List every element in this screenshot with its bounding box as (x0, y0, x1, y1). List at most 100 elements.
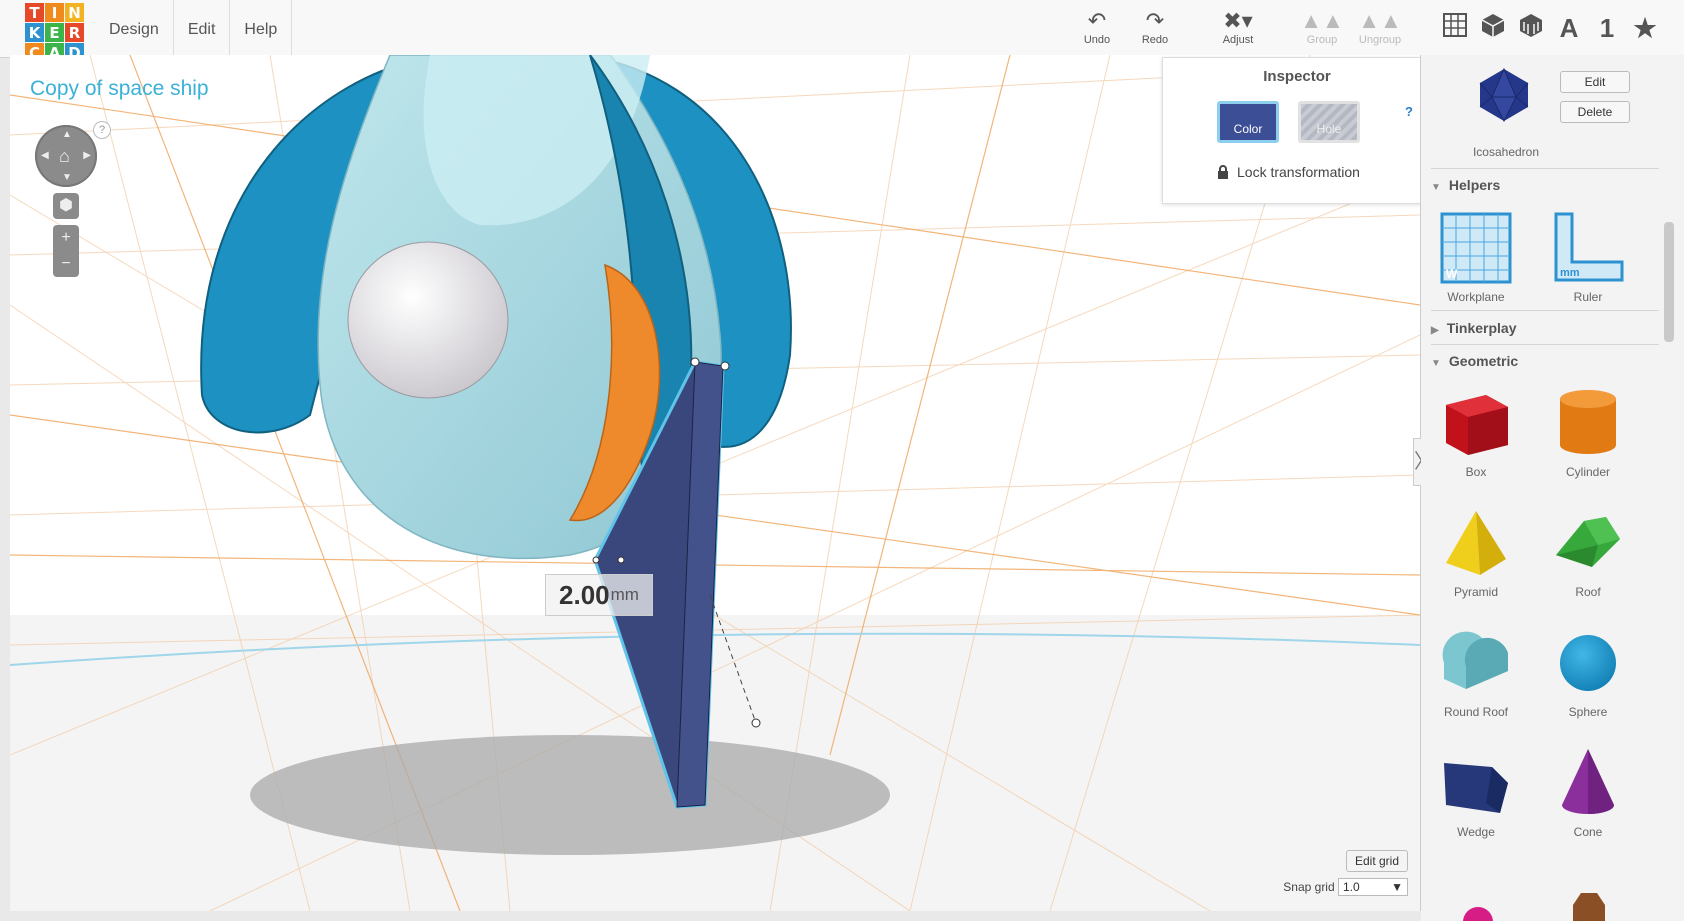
collapse-arrow-icon: ▼ (1431, 182, 1441, 193)
box-icon (1426, 380, 1526, 465)
shape-round-roof[interactable]: Round Roof (1426, 620, 1526, 719)
hole-swatch[interactable]: Hole (1298, 101, 1360, 143)
svg-text:W: W (1446, 267, 1458, 281)
project-title[interactable]: Copy of space ship (30, 77, 209, 101)
workplane-icon: W (1426, 205, 1526, 290)
round-roof-label: Round Roof (1443, 705, 1509, 719)
dimension-value: 2.00 (559, 579, 610, 610)
logo-letter: N (65, 3, 84, 22)
adjust-icon: ✖▾ (1223, 8, 1253, 33)
logo-letter: T (25, 3, 44, 22)
lock-label: Lock transformation (1237, 164, 1360, 180)
pan-up-icon[interactable]: ▲ (62, 129, 72, 140)
shape-cone[interactable]: Cone (1538, 740, 1638, 839)
menu-design[interactable]: Design (95, 0, 174, 58)
ruler-helper[interactable]: mm Ruler (1538, 205, 1638, 304)
inspector-title: Inspector (1263, 68, 1331, 85)
text-a-icon[interactable]: A (1550, 13, 1588, 44)
tinkerplay-section-header[interactable]: ▶ Tinkerplay (1431, 320, 1656, 336)
divider (1431, 310, 1659, 311)
view-toggle-group: A 1 ★ (1436, 10, 1664, 46)
undo-button[interactable]: ↶ Undo (1067, 8, 1127, 46)
home-icon[interactable]: ⌂ (59, 146, 70, 167)
zoom-in-button[interactable]: + (53, 225, 79, 251)
shape-box[interactable]: Box (1426, 380, 1526, 479)
shape-cylinder[interactable]: Cylinder (1538, 380, 1638, 479)
ungroup-button[interactable]: ▲▲ Ungroup (1350, 8, 1410, 46)
inspector-help-icon[interactable]: ? (1405, 104, 1413, 119)
shape-roof[interactable]: Roof (1538, 500, 1638, 599)
edit-grid-button[interactable]: Edit grid (1345, 850, 1408, 872)
pyramid-label: Pyramid (1453, 585, 1498, 599)
logo-letter: E (45, 23, 64, 42)
shape-pyramid[interactable]: Pyramid (1426, 500, 1526, 599)
panel-scrollbar[interactable] (1664, 222, 1674, 342)
group-button[interactable]: ▲▲ Group (1292, 8, 1352, 46)
tinkercad-logo[interactable]: T I N K E R C A D (25, 3, 85, 63)
color-label: Color (1233, 122, 1263, 136)
edit-shape-button[interactable]: Edit (1560, 71, 1630, 93)
wireframe-view-icon[interactable] (1512, 12, 1550, 45)
polygon-shape-partial[interactable] (1573, 893, 1605, 921)
torus-shape-partial[interactable] (1463, 907, 1493, 921)
orbit-pad[interactable]: ▲ ▼ ◀ ▶ ⌂ (35, 125, 97, 187)
cube-view-icon[interactable] (1474, 12, 1512, 45)
collapse-arrow-icon: ▼ (1431, 358, 1441, 369)
cone-icon (1538, 740, 1638, 825)
redo-icon: ↷ (1145, 8, 1165, 33)
lock-icon (1218, 165, 1228, 179)
redo-button[interactable]: ↷ Redo (1125, 8, 1185, 46)
zoom-out-button[interactable]: − (53, 251, 79, 277)
zoom-controls: + − (53, 225, 79, 277)
main-menu: Design Edit Help (95, 0, 293, 58)
cylinder-label: Cylinder (1565, 465, 1610, 479)
dimension-input[interactable]: 2.00 mm (545, 574, 653, 616)
menu-edit[interactable]: Edit (174, 0, 231, 58)
snap-grid-value: 1.0 (1343, 880, 1360, 894)
workplane-label: Workplane (1447, 290, 1505, 304)
workplane-helper[interactable]: W Workplane (1426, 205, 1526, 304)
hole-label: Hole (1316, 122, 1342, 136)
star-icon[interactable]: ★ (1626, 13, 1664, 44)
helpers-section-header[interactable]: ▼ Helpers (1431, 177, 1656, 193)
undo-icon: ↶ (1087, 8, 1107, 33)
ungroup-icon: ▲▲ (1358, 8, 1402, 33)
icosahedron-thumbnail (1479, 67, 1529, 123)
roof-icon (1538, 500, 1638, 585)
wedge-label: Wedge (1457, 825, 1495, 839)
pan-right-icon[interactable]: ▶ (83, 150, 91, 161)
delete-shape-button[interactable]: Delete (1560, 101, 1630, 123)
dropdown-arrow-icon: ▼ (1391, 880, 1403, 894)
logo-letter: K (25, 23, 44, 42)
group-label: Group (1306, 34, 1338, 46)
shape-sphere[interactable]: Sphere (1538, 620, 1638, 719)
pyramid-icon (1426, 500, 1526, 585)
cone-label: Cone (1573, 825, 1603, 839)
lock-transformation-toggle[interactable]: Lock transformation (1217, 164, 1360, 180)
color-swatch[interactable]: Color (1217, 101, 1279, 143)
view-navigation: ▲ ▼ ◀ ▶ ⌂ ⬢ + − (35, 125, 97, 277)
ruler-icon: mm (1538, 205, 1638, 290)
top-bar: T I N K E R C A D Design Edit Help ↶ Und… (0, 0, 1684, 62)
ruler-label: Ruler (1573, 290, 1603, 304)
pan-down-icon[interactable]: ▼ (62, 172, 72, 183)
sphere-icon (1538, 620, 1638, 705)
snap-grid-select[interactable]: 1.0 ▼ (1338, 878, 1408, 896)
menu-help[interactable]: Help (230, 0, 293, 58)
roof-label: Roof (1575, 585, 1601, 599)
shape-wedge[interactable]: Wedge (1426, 740, 1526, 839)
pan-left-icon[interactable]: ◀ (41, 150, 49, 161)
adjust-button[interactable]: ✖▾ Adjust (1208, 8, 1268, 46)
round-roof-icon (1426, 620, 1526, 705)
fit-view-button[interactable]: ⬢ (53, 193, 79, 219)
nav-help-icon[interactable]: ? (93, 121, 111, 139)
workplane-viewport[interactable]: Copy of space ship ▲ ▼ ◀ ▶ ⌂ ⬢ + − ? 2.0… (10, 55, 1421, 911)
grid-view-icon[interactable] (1436, 12, 1474, 45)
geometric-section-header[interactable]: ▼ Geometric (1431, 353, 1656, 369)
grid-controls: Edit grid Snap grid 1.0 ▼ (1283, 850, 1408, 896)
wedge-icon (1426, 740, 1526, 825)
geometric-title: Geometric (1448, 353, 1519, 369)
undo-label: Undo (1083, 34, 1111, 46)
dimension-unit: mm (610, 585, 639, 604)
number-one-icon[interactable]: 1 (1588, 13, 1626, 44)
